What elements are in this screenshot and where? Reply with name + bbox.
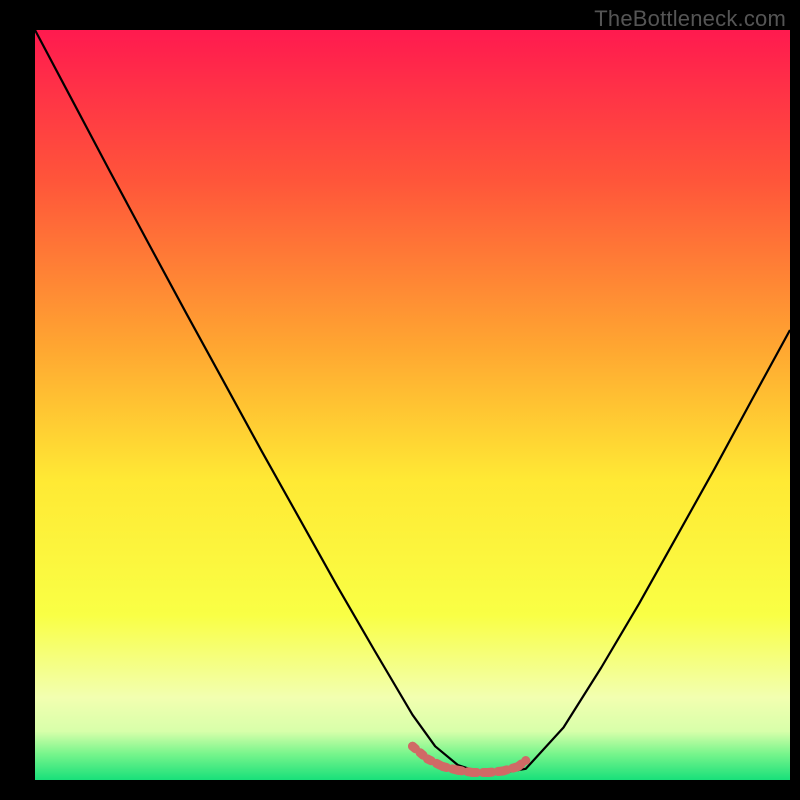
bottom-highlight-dot: [521, 756, 530, 765]
watermark-text: TheBottleneck.com: [594, 6, 786, 32]
plot-background: [35, 30, 790, 780]
bottleneck-chart: [0, 0, 800, 800]
chart-frame: TheBottleneck.com: [0, 0, 800, 800]
